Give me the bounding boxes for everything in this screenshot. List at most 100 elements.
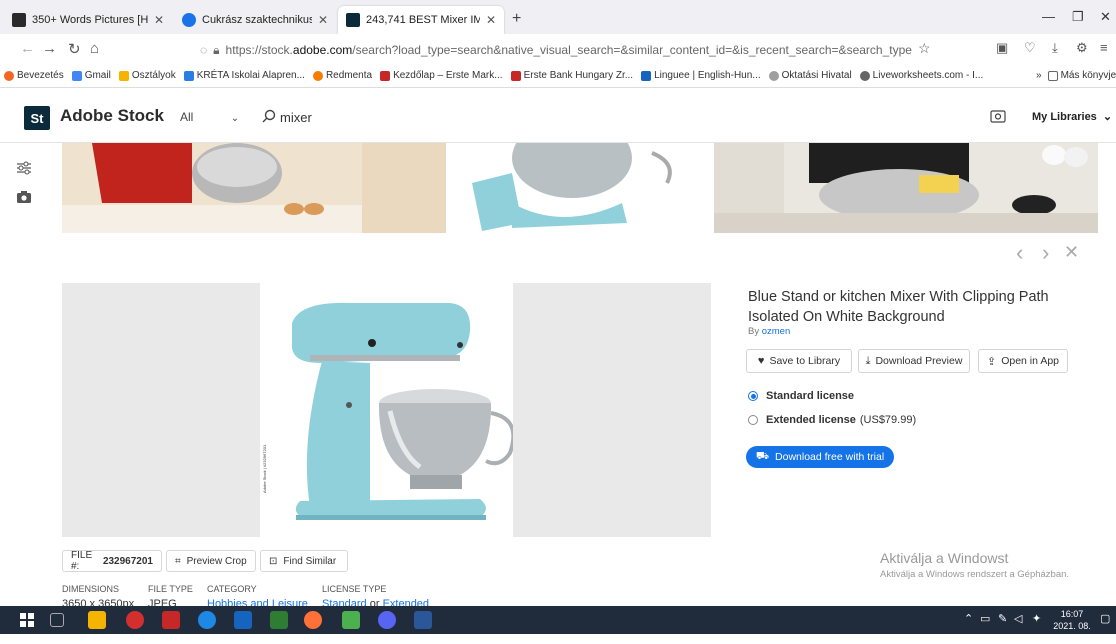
app-red-icon[interactable] xyxy=(126,611,144,629)
tray-network-icon[interactable]: ▭ xyxy=(980,612,990,625)
forward-icon[interactable]: → xyxy=(42,40,57,57)
camera-icon[interactable] xyxy=(16,190,32,204)
extended-license-option[interactable]: Extended license (US$79.99) xyxy=(748,414,916,426)
discord-icon[interactable] xyxy=(378,611,396,629)
reload-icon[interactable]: ↻ xyxy=(68,40,81,58)
downloads-icon[interactable]: ⤓ xyxy=(1052,40,1058,56)
back-icon[interactable]: ← xyxy=(20,40,35,57)
bookmark-item[interactable]: Bevezetés xyxy=(4,70,64,81)
windows-activation-watermark: Aktiválja a Windowst Aktiválja a Windows… xyxy=(880,550,1069,580)
chevron-down-icon: ⌄ xyxy=(230,113,240,124)
dimensions-header: DIMENSIONS xyxy=(62,584,120,594)
extensions-icon[interactable]: ▣ xyxy=(996,40,1008,56)
bookmark-item[interactable]: KRÉTA Iskolai Alapren... xyxy=(183,70,305,81)
bookmark-item[interactable]: Liveworksheets.com - I... xyxy=(859,70,983,81)
result-thumbnail-red-mixer[interactable] xyxy=(62,143,446,233)
open-in-app-button[interactable]: ⇪ Open in App xyxy=(978,349,1068,373)
adobe-stock-logo[interactable]: St xyxy=(24,106,50,130)
tray-chevron-icon[interactable]: ⌃ xyxy=(964,612,973,625)
standard-license-option[interactable]: Standard license xyxy=(748,390,854,402)
bookmark-item[interactable]: Gmail xyxy=(71,70,111,81)
preview-crop-button[interactable]: ⌗ Preview Crop xyxy=(166,550,256,572)
bookmark-item[interactable]: Oktatási Hivatal xyxy=(768,70,852,81)
next-arrow-icon[interactable]: › xyxy=(1042,240,1049,266)
search-scope-dropdown[interactable]: All ⌄ xyxy=(180,110,239,124)
tab-close-icon[interactable]: ✕ xyxy=(486,13,496,27)
save-to-library-button[interactable]: ♥ Save to Library xyxy=(746,349,852,373)
tab-close-icon[interactable]: ✕ xyxy=(154,13,164,27)
close-preview-icon[interactable]: ✕ xyxy=(1064,242,1079,263)
download-preview-label: Download Preview xyxy=(875,355,963,367)
open-in-app-label: Open in App xyxy=(1001,355,1059,367)
previous-arrow-icon[interactable]: ‹ xyxy=(1016,240,1023,266)
standard-license-radio[interactable] xyxy=(748,391,758,401)
bookmark-item[interactable]: Redmenta xyxy=(312,70,372,81)
url-rest: /search?load_type=search&native_visual_s… xyxy=(352,43,912,57)
minimize-icon[interactable]: — xyxy=(1042,9,1055,24)
download-preview-button[interactable]: ⤓ Download Preview xyxy=(858,349,970,373)
windows-start-icon[interactable] xyxy=(20,613,34,627)
asset-title: Blue Stand or kitchen Mixer With Clippin… xyxy=(748,289,1049,325)
bookmark-item[interactable]: Erste Bank Hungary Zr... xyxy=(510,70,633,81)
file-explorer-icon[interactable] xyxy=(88,611,106,629)
word-icon[interactable] xyxy=(414,611,432,629)
tray-volume-icon[interactable]: ◁ xyxy=(1014,612,1022,625)
url-domain: adobe.com xyxy=(292,43,353,57)
blue-stand-mixer-image: Adobe Stock | #232967201 xyxy=(260,283,516,537)
category-header: CATEGORY xyxy=(207,584,257,594)
tab-close-icon[interactable]: ✕ xyxy=(318,13,328,27)
url-prefix: https://stock. xyxy=(225,43,293,57)
bookmark-item[interactable]: Osztályok xyxy=(118,70,176,81)
store-icon[interactable] xyxy=(234,611,252,629)
image-credit-text: Adobe Stock | #232967201 xyxy=(262,444,267,493)
tab-label: Cukrász szaktechnikus_B1_Read xyxy=(202,14,312,26)
my-libraries-menu[interactable]: My Libraries ⌄ xyxy=(1032,110,1112,123)
browser-tab-3-active[interactable]: 243,741 BEST Mixer IMAGES, ST ✕ xyxy=(338,6,504,34)
result-thumbnail-blue-mixer[interactable] xyxy=(452,143,708,233)
browser-tab-2[interactable]: Cukrász szaktechnikus_B1_Read ✕ xyxy=(174,6,336,34)
firefox-icon[interactable] xyxy=(304,611,322,629)
extended-license-price: (US$79.99) xyxy=(859,414,917,426)
extended-license-radio[interactable] xyxy=(748,415,758,425)
download-icon: ⤓ xyxy=(865,354,871,367)
asset-preview-image[interactable]: Adobe Stock | #232967201 xyxy=(260,283,516,537)
file-number: 232967201 xyxy=(102,555,153,567)
find-similar-icon: ⊡ xyxy=(269,555,278,567)
tab-label: 243,741 BEST Mixer IMAGES, ST xyxy=(366,14,480,26)
address-bar[interactable]: ◌ 🔒︎ https://stock. adobe.com/search?load… xyxy=(200,39,912,61)
blue-mixer-thumb-image xyxy=(452,143,708,233)
edge-icon[interactable] xyxy=(198,611,216,629)
taskbar-clock[interactable]: 16:07 2021. 08. 06. xyxy=(1050,608,1094,644)
result-thumbnail-black-mixer[interactable] xyxy=(714,143,1098,233)
other-bookmarks[interactable]: » Más könyvjelző xyxy=(1036,70,1116,81)
find-similar-button[interactable]: ⊡ Find Similar xyxy=(260,550,348,572)
app-green-icon[interactable] xyxy=(270,611,288,629)
menu-icon[interactable]: ≡ xyxy=(1100,40,1108,55)
browser-tab-1[interactable]: 350+ Words Pictures [HD] | Dov ✕ xyxy=(4,6,172,34)
search-icon xyxy=(262,109,276,123)
app-heart-icon[interactable] xyxy=(162,611,180,629)
addon-icon[interactable]: ⚙ xyxy=(1076,40,1088,56)
lock-icon: 🔒︎ xyxy=(213,42,220,57)
bookmark-item[interactable]: Kezdőlap – Erste Mark... xyxy=(380,70,503,81)
download-free-trial-button[interactable]: ⛟ Download free with trial xyxy=(746,446,894,468)
author-link[interactable]: ozmen xyxy=(762,326,791,337)
file-label: FILE #: xyxy=(71,550,93,572)
app-spreadsheet-icon[interactable] xyxy=(342,611,360,629)
close-window-icon[interactable]: ✕ xyxy=(1100,9,1111,25)
task-view-icon[interactable] xyxy=(50,613,64,627)
filters-icon[interactable] xyxy=(16,160,32,176)
restore-icon[interactable]: ❐ xyxy=(1072,9,1084,25)
tab-favicon-icon xyxy=(182,13,196,27)
pocket-icon[interactable]: ♡ xyxy=(1024,40,1036,56)
bookmark-item[interactable]: Linguee | English-Hun... xyxy=(641,70,761,81)
brand-name[interactable]: Adobe Stock xyxy=(60,106,164,126)
visual-search-camera-icon[interactable] xyxy=(990,108,1006,124)
tray-app-icon[interactable]: ✦ xyxy=(1032,612,1041,625)
new-tab-button[interactable]: + xyxy=(512,10,521,28)
bookmark-star-icon[interactable]: ☆ xyxy=(918,40,931,57)
tray-pen-icon[interactable]: ✎ xyxy=(998,612,1007,625)
notifications-icon[interactable]: ▢ xyxy=(1100,612,1110,625)
home-icon[interactable]: ⌂ xyxy=(90,40,99,57)
search-input[interactable] xyxy=(280,106,680,128)
